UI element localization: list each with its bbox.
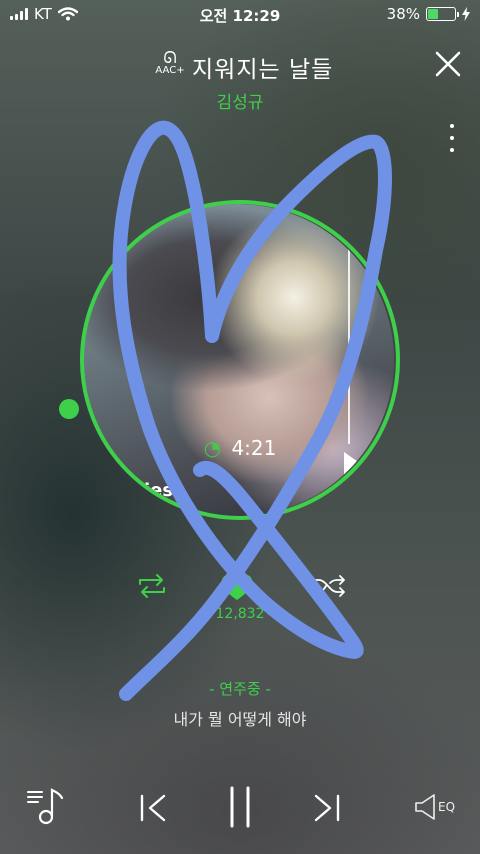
speaker-icon xyxy=(415,794,435,820)
codec-label: AAC+ xyxy=(155,65,185,76)
repeat-icon[interactable] xyxy=(134,572,170,600)
charging-bolt-icon xyxy=(462,7,470,21)
battery-percent: 38% xyxy=(386,5,420,23)
progress-ring[interactable] xyxy=(76,196,404,524)
total-time: 4:21 xyxy=(231,436,277,460)
status-bar: KT 오전 12:29 38% xyxy=(0,0,480,28)
next-track-icon[interactable] xyxy=(310,792,342,824)
pause-icon[interactable] xyxy=(226,786,254,828)
eq-button[interactable]: EQ xyxy=(414,792,462,822)
lyric-next-line[interactable]: 내가 뭘 어떻게 해야 xyxy=(0,706,480,730)
previous-track-icon[interactable] xyxy=(138,792,170,824)
shuffle-icon[interactable] xyxy=(310,572,348,600)
album-disc[interactable]: ies ◔ 4:21 xyxy=(76,196,404,524)
lyric-current-line[interactable]: - 연주중 - xyxy=(0,678,480,699)
battery-icon xyxy=(426,7,459,21)
more-options-icon[interactable] xyxy=(446,124,458,152)
codec-glyph-icon: ᘏ xyxy=(163,48,177,67)
eq-label: EQ xyxy=(438,800,456,814)
playlist-icon[interactable] xyxy=(26,786,66,826)
progress-knob[interactable] xyxy=(56,396,82,422)
like-count: 12,832 xyxy=(215,606,265,622)
song-title: 지워지는 날들 xyxy=(192,57,334,83)
close-icon[interactable] xyxy=(434,50,462,78)
artist-name[interactable]: 김성규 xyxy=(0,88,480,113)
heart-icon[interactable] xyxy=(220,572,254,602)
codec-badge: ᘏ AAC+ xyxy=(153,50,187,76)
elapsed-indicator-icon: ◔ xyxy=(203,436,222,460)
track-time: ◔ 4:21 xyxy=(76,436,404,460)
